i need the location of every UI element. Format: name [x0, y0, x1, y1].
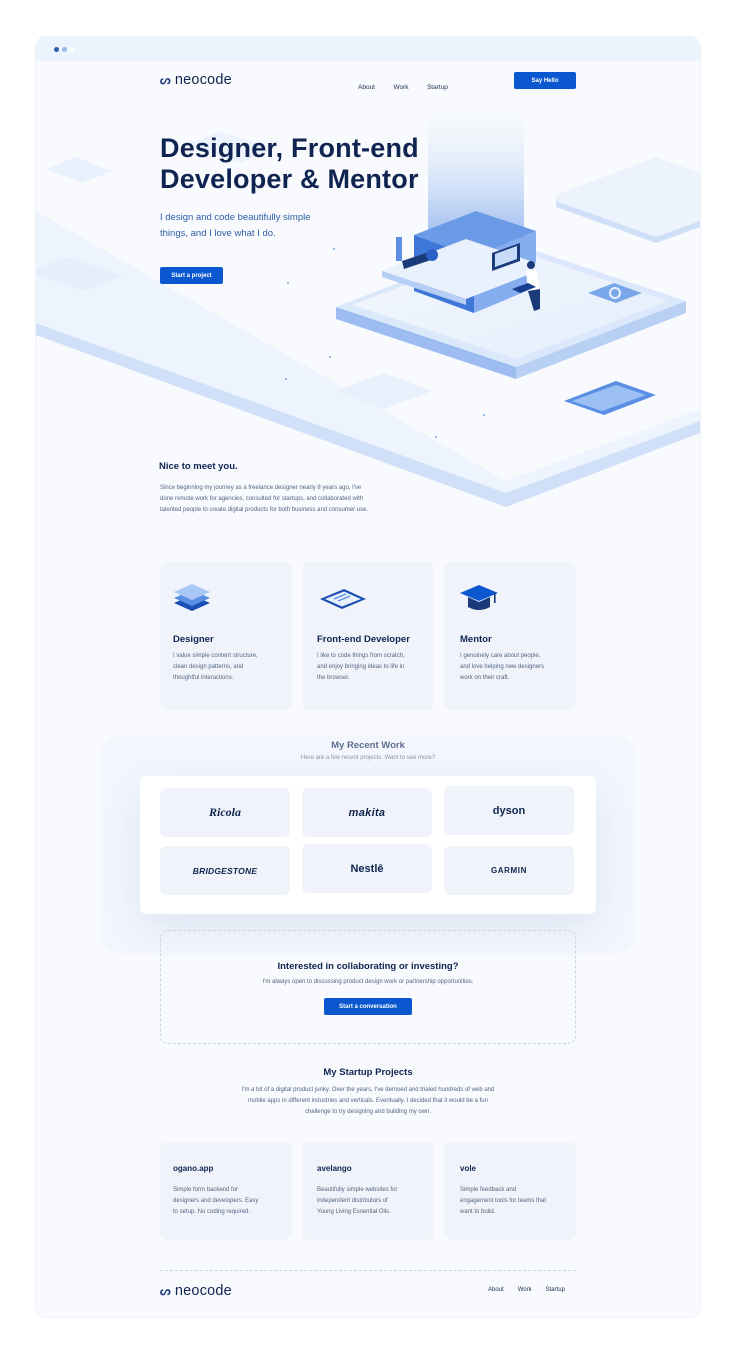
hero-title-line-1: Designer, Front-end [160, 133, 419, 163]
project-line: Simple form backend for [173, 1187, 239, 1193]
window-chrome [36, 37, 700, 61]
skill-line: I value simple content structure, [173, 653, 258, 659]
skill-line: thoughtful interactions. [173, 675, 234, 681]
hero-lead-line-2: things, and I love what I do. [160, 228, 276, 239]
say-hello-button[interactable]: Say Hello [514, 72, 576, 89]
code-editor-icon [320, 589, 366, 609]
skill-card-developer: Front-end Developer I like to code thing… [302, 561, 434, 711]
project-line: Beautifully simple websites for [317, 1187, 398, 1193]
skill-card-designer: Designer I value simple content structur… [160, 561, 292, 711]
logo-mark-icon: ᔕ [160, 1284, 171, 1298]
client-nestle[interactable]: Nestlē [302, 844, 432, 893]
intro-line: Since beginning my journey as a freelanc… [160, 485, 362, 491]
hero-lead-line-1: I design and code beautifully simple [160, 212, 311, 223]
main-nav: About Work Startup [344, 76, 448, 94]
page: ᔕ neocode About Work Startup Say Hello D… [36, 61, 700, 1317]
project-card-ogano[interactable]: ogano.app Simple form backend for design… [160, 1142, 292, 1240]
logo-mark-icon: ᔕ [160, 73, 171, 87]
hero-title: Designer, Front-end Developer & Mentor [160, 133, 460, 195]
startups-line: I'm a bit of a digital product junky. Ov… [241, 1087, 495, 1093]
skill-text: I value simple content structure, clean … [173, 651, 258, 684]
project-name: vole [460, 1164, 477, 1173]
intro-line: talented people to create digital produc… [160, 507, 369, 513]
project-card-vole[interactable]: vole Simple feedback and engagement tool… [444, 1142, 576, 1240]
startups-line: mobile apps in different industries and … [248, 1098, 488, 1104]
project-line: Simple feedback and [460, 1187, 517, 1193]
intro-title: Nice to meet you. [159, 461, 238, 472]
work-title: My Recent Work [331, 740, 405, 751]
project-line: to setup. No coding required. [173, 1209, 251, 1215]
project-line: engagement tools for teams that [460, 1198, 547, 1204]
skill-line: the browser. [317, 675, 350, 681]
project-name: avelango [317, 1164, 352, 1173]
skill-line: work on their craft. [460, 675, 510, 681]
nav-about[interactable]: About [358, 84, 375, 91]
collab-box [160, 930, 576, 1044]
project-line: Young Living Essential Oils. [317, 1209, 391, 1215]
skill-line: I like to code things from scratch, [317, 653, 405, 659]
window-dot-1[interactable] [54, 47, 59, 52]
project-name: ogano.app [173, 1164, 214, 1173]
footer-logo[interactable]: ᔕ neocode [160, 1283, 232, 1299]
skill-title: Designer [173, 634, 214, 645]
project-line: want to build. [460, 1209, 496, 1215]
skill-card-mentor: Mentor I genuinely care about people, an… [444, 561, 576, 711]
skill-title: Front-end Developer [317, 634, 410, 645]
skill-line: and love helping new designers [460, 664, 545, 670]
intro-text: Since beginning my journey as a freelanc… [160, 483, 420, 516]
project-text: Simple feedback and engagement tools for… [460, 1185, 546, 1218]
startups-title: My Startup Projects [323, 1067, 413, 1078]
project-line: independent distributors of [317, 1198, 388, 1204]
skill-title: Mentor [460, 634, 492, 645]
start-project-button[interactable]: Start a project [160, 267, 223, 284]
layers-icon [174, 584, 210, 611]
window-dot-3[interactable] [70, 47, 75, 52]
skill-line: I genuinely care about people, [460, 653, 541, 659]
startups-line: challenge to try designing and building … [304, 1109, 432, 1115]
client-makita[interactable]: makita [302, 788, 432, 837]
project-card-avelango[interactable]: avelango Beautifully simple websites for… [302, 1142, 434, 1240]
graduation-cap-icon [460, 585, 498, 610]
browser-window: ᔕ neocode About Work Startup Say Hello D… [36, 37, 700, 1317]
client-bridgestone[interactable]: BRIDGESTONE [160, 846, 290, 895]
footer-nav: About Work Startup [488, 1287, 565, 1293]
footer-nav-work[interactable]: Work [518, 1287, 532, 1293]
skill-text: I like to code things from scratch, and … [317, 651, 405, 684]
nav-startup[interactable]: Startup [427, 84, 448, 91]
skill-line: clean design patterns, and [173, 664, 244, 670]
header-logo[interactable]: ᔕ neocode [160, 72, 232, 88]
window-dot-2[interactable] [62, 47, 67, 52]
client-ricola[interactable]: Ricola [160, 788, 290, 837]
logo-text: neocode [174, 1283, 232, 1299]
nav-work[interactable]: Work [393, 84, 408, 91]
client-dyson[interactable]: dyson [444, 786, 574, 835]
logo-text: neocode [174, 72, 232, 88]
skill-text: I genuinely care about people, and love … [460, 651, 544, 684]
startups-intro: I'm a bit of a digital product junky. Ov… [36, 1085, 700, 1118]
hero-background-illustration [36, 111, 700, 507]
work-subtitle[interactable]: Here are a few recent projects. Want to … [36, 755, 700, 761]
intro-line: done remote work for agencies, consulted… [160, 496, 364, 502]
project-line: designers and developers. Easy [173, 1198, 259, 1204]
hero-title-line-2: Developer & Mentor [160, 164, 419, 194]
footer-nav-startup[interactable]: Startup [546, 1287, 565, 1293]
collab-subtitle: I'm always open to discussing product de… [262, 979, 474, 985]
project-text: Beautifully simple websites for independ… [317, 1185, 397, 1218]
footer-divider [160, 1270, 576, 1271]
skill-line: and enjoy bringing ideas to life in [317, 664, 405, 670]
start-conversation-button[interactable]: Start a conversation [324, 998, 412, 1015]
project-text: Simple form backend for designers and de… [173, 1185, 258, 1218]
collab-title: Interested in collaborating or investing… [277, 961, 459, 972]
footer-nav-about[interactable]: About [488, 1287, 504, 1293]
hero-lead: I design and code beautifully simple thi… [160, 210, 360, 242]
client-garmin[interactable]: GARMIN [444, 846, 574, 895]
